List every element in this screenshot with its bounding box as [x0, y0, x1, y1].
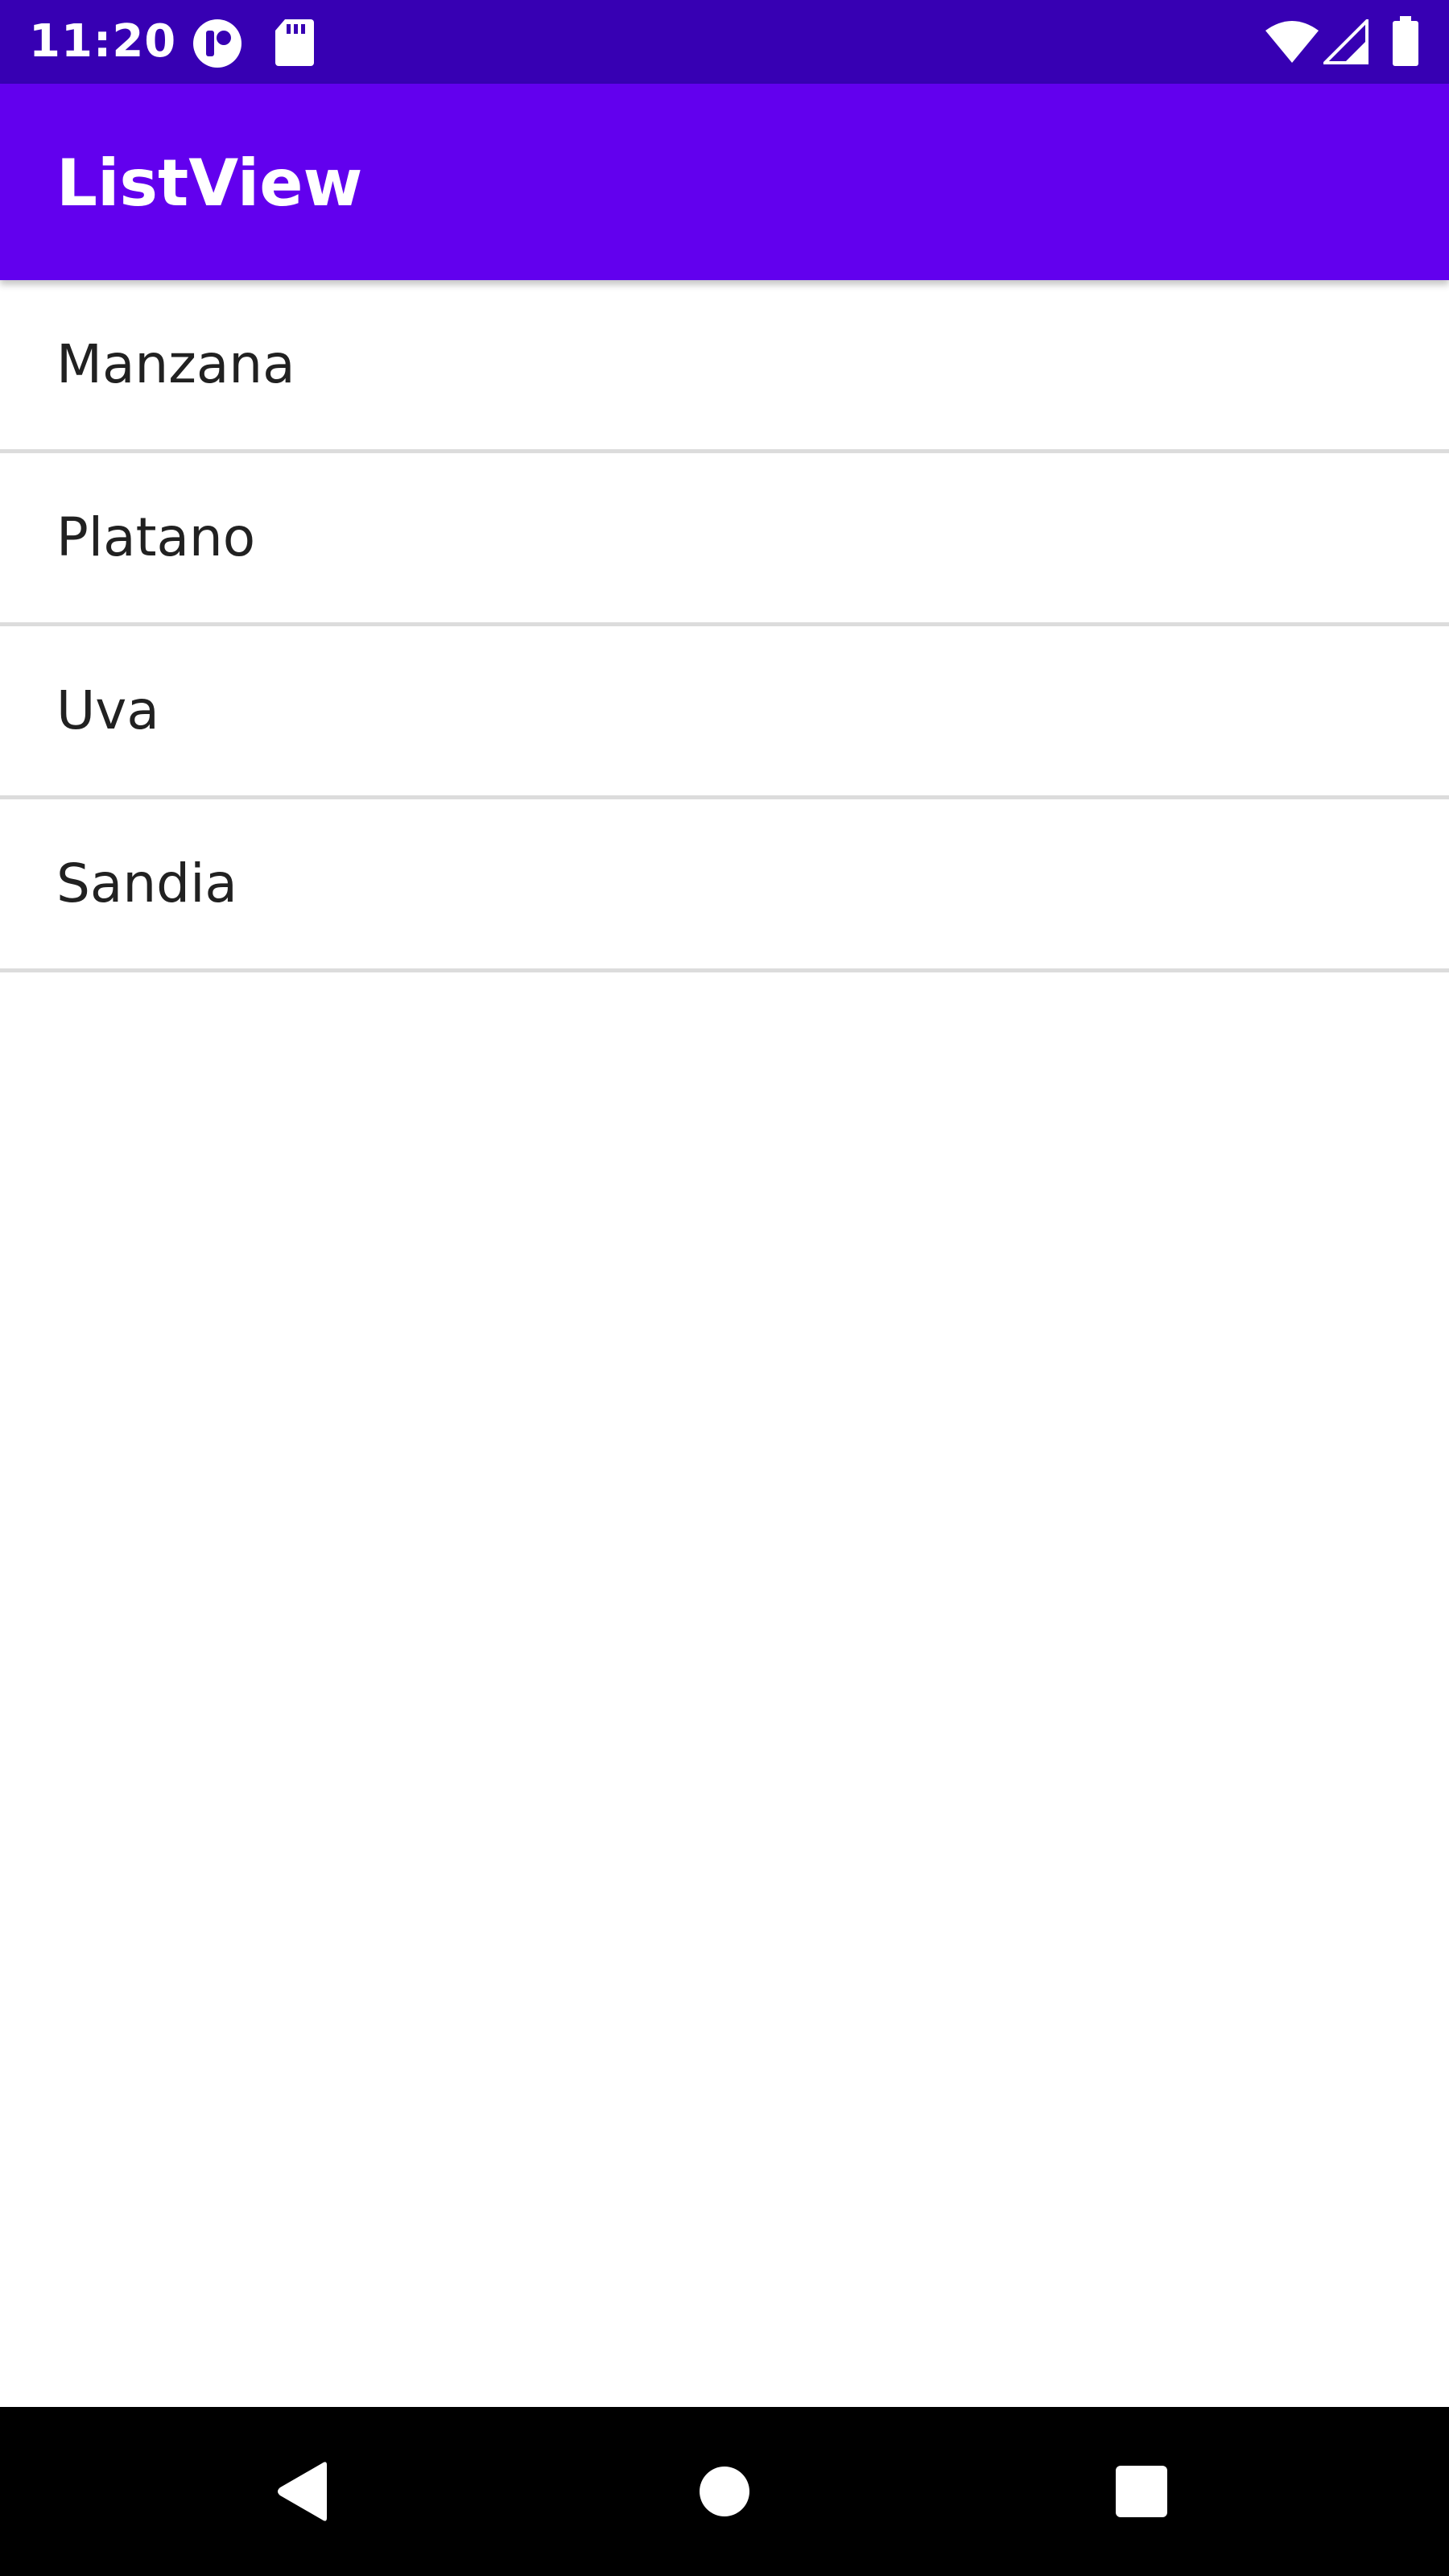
home-button[interactable] [644, 2407, 805, 2576]
list-item[interactable]: Sandia [0, 799, 1449, 972]
list-item-label: Sandia [56, 852, 237, 914]
sd-card-icon [274, 18, 316, 72]
list-item-label: Uva [56, 679, 159, 741]
recents-icon [1116, 2466, 1167, 2517]
cellular-signal-icon [1321, 17, 1368, 68]
status-time: 11:20 [29, 15, 177, 68]
list-item[interactable]: Manzana [0, 280, 1449, 453]
back-icon [278, 2462, 327, 2521]
navigation-bar [0, 2407, 1449, 2576]
app-title: ListView [56, 146, 363, 221]
back-button[interactable] [221, 2407, 382, 2576]
app-bar: ListView [0, 84, 1449, 280]
wifi-icon [1264, 19, 1320, 68]
battery-icon [1391, 16, 1420, 72]
status-bar: 11:20 [0, 0, 1449, 84]
list-item-label: Manzana [56, 333, 295, 395]
list-item[interactable]: Platano [0, 453, 1449, 626]
list-item-label: Platano [56, 506, 256, 568]
list-item[interactable]: Uva [0, 626, 1449, 799]
fruit-list: Manzana Platano Uva Sandia [0, 280, 1449, 972]
home-icon [700, 2467, 749, 2516]
recents-button[interactable] [1061, 2407, 1222, 2576]
screen: 11:20 ListView Manzana Platano Uva Sandi… [0, 0, 1449, 2576]
app-notification-icon [192, 18, 243, 73]
